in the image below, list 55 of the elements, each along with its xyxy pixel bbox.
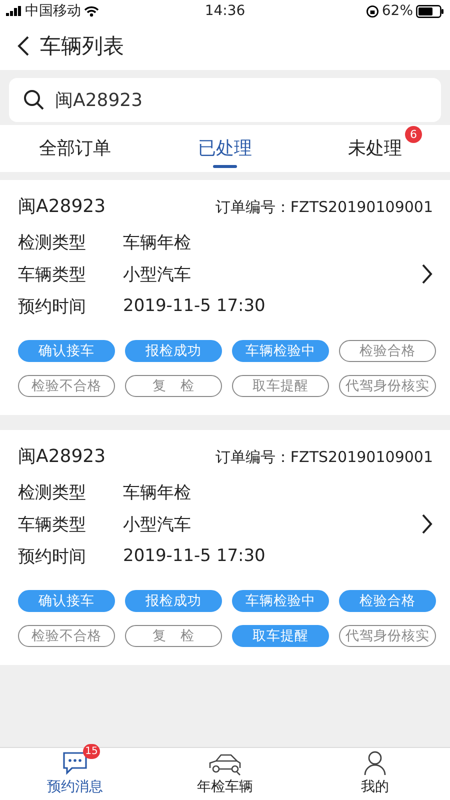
rotation-lock-icon	[366, 4, 379, 18]
status-tag: 取车提醒	[232, 375, 329, 397]
status-tag: 检验合格	[339, 590, 436, 612]
status-tag: 复 检	[125, 375, 222, 397]
nav-tab[interactable]: 我的	[300, 748, 450, 800]
field-value: 2019-11-5 17:30	[123, 296, 266, 316]
chevron-icon[interactable]	[421, 513, 433, 535]
status-tag: 报检成功	[125, 340, 222, 362]
search-field[interactable]: 闽A28923	[9, 78, 441, 122]
back-button[interactable]	[16, 35, 30, 57]
field-label: 预约时间	[18, 296, 87, 318]
plate-number: 闽A28923	[18, 195, 106, 218]
status-tag: 车辆检验中	[232, 590, 329, 612]
status-tag: 确认接车	[18, 340, 115, 362]
status-tag: 取车提醒	[232, 625, 329, 647]
status-tag: 检验不合格	[18, 375, 115, 397]
status-tag: 检验合格	[339, 340, 436, 362]
count-badge: 6	[405, 126, 422, 142]
car-icon	[207, 752, 243, 776]
person-icon	[363, 750, 387, 776]
filter-tab[interactable]: 已处理	[198, 130, 252, 168]
back-icon	[16, 35, 30, 57]
signal-icon	[6, 6, 22, 16]
nav-tab[interactable]: 年检车辆	[150, 748, 300, 800]
field-label: 车辆类型	[18, 264, 87, 286]
status-tag: 车辆检验中	[232, 340, 329, 362]
order-number: 订单编号：FZTS20190109001	[215, 448, 433, 467]
filter-tab[interactable]: 全部订单	[39, 130, 111, 168]
status-tag: 报检成功	[125, 590, 222, 612]
order-number: 订单编号：FZTS20190109001	[215, 198, 433, 217]
field-value: 车辆年检	[123, 482, 191, 504]
battery-icon	[416, 4, 444, 18]
page-title: 车辆列表	[40, 33, 124, 60]
carrier-name: 中国移动	[25, 2, 81, 20]
field-value: 小型汽车	[123, 264, 191, 286]
field-value: 车辆年检	[123, 232, 191, 254]
search-icon	[23, 89, 45, 111]
chevron-icon[interactable]	[421, 263, 433, 285]
field-value: 2019-11-5 17:30	[123, 546, 266, 566]
chat-bubble-icon	[62, 750, 88, 776]
status-tag: 检验不合格	[18, 625, 115, 647]
field-label: 检测类型	[18, 482, 87, 504]
status-tag: 确认接车	[18, 590, 115, 612]
status-tag: 代驾身份核实	[339, 375, 436, 397]
status-tag: 代驾身份核实	[339, 625, 436, 647]
count-badge: 15	[83, 744, 100, 759]
field-value: 小型汽车	[123, 514, 191, 536]
clock-time: 14:36	[204, 3, 246, 19]
status-tag: 复 检	[125, 625, 222, 647]
field-label: 检测类型	[18, 232, 87, 254]
field-label: 预约时间	[18, 546, 87, 568]
wifi-icon	[84, 6, 99, 16]
plate-number: 闽A28923	[18, 445, 106, 468]
battery-percent: 62%	[382, 3, 413, 19]
field-label: 车辆类型	[18, 514, 87, 536]
